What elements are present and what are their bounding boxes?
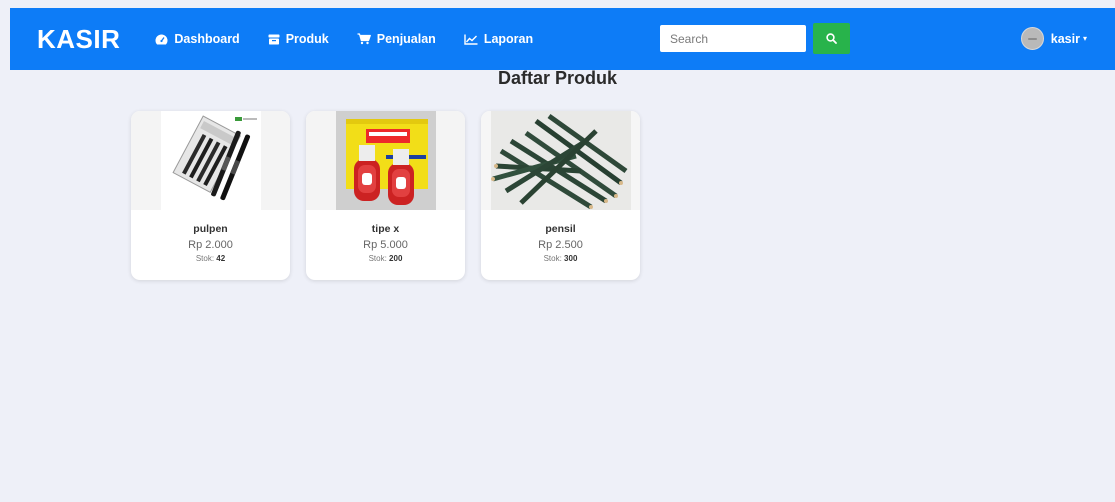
stock-label: Stok: [368,254,387,263]
product-grid: pulpen Rp 2.000 Stok: 42 tipe x Rp 5.000… [131,111,640,280]
product-card[interactable]: pulpen Rp 2.000 Stok: 42 [131,111,290,280]
search-input[interactable] [660,25,806,52]
page-title: Daftar Produk [497,68,618,88]
product-price: Rp 2.500 [538,239,583,251]
product-name: pulpen [193,223,228,235]
caret-down-icon: ▾ [1082,34,1087,43]
card-body: pensil Rp 2.500 Stok: 300 [481,210,640,263]
search-icon [826,33,837,44]
product-card[interactable]: pensil Rp 2.500 Stok: 300 [481,111,640,280]
box-icon [268,34,280,44]
product-stock: Stok: 200 [306,254,465,263]
stock-value: 300 [564,254,578,263]
product-stock: Stok: 300 [481,254,640,263]
nav-item-penjualan[interactable]: Penjualan [357,32,436,46]
nav-label-laporan: Laporan [483,32,534,46]
chart-line-icon [464,34,478,45]
nav-item-produk[interactable]: Produk [268,32,329,46]
nav-label-dashboard: Dashboard [174,32,240,46]
nav-item-laporan[interactable]: Laporan [464,32,533,46]
card-body: pulpen Rp 2.000 Stok: 42 [131,210,290,263]
dashboard-icon [155,34,168,44]
brand-logo[interactable]: KASIR [37,24,120,55]
product-price: Rp 5.000 [363,239,408,251]
product-name: tipe x [371,223,400,235]
cart-icon [357,33,371,45]
correction-fluid-image [306,111,465,210]
product-price: Rp 2.000 [188,239,233,251]
card-body: tipe x Rp 5.000 Stok: 200 [306,210,465,263]
top-navbar: KASIR Dashboard Produk Penjualan Laporan… [10,8,1115,70]
product-card[interactable]: tipe x Rp 5.000 Stok: 200 [306,111,465,280]
stock-value: 42 [216,254,226,263]
nav-menu: Dashboard Produk Penjualan Laporan [155,32,561,46]
stock-value: 200 [389,254,403,263]
pens-image [131,111,290,210]
nav-label-penjualan: Penjualan [376,32,436,46]
product-stock: Stok: 42 [131,254,290,263]
pencils-image [481,111,640,210]
product-name: pensil [545,223,576,235]
search-form [660,23,850,54]
nav-item-dashboard[interactable]: Dashboard [155,32,240,46]
search-button[interactable] [813,23,850,54]
stock-label: Stok: [195,254,215,263]
user-name: kasir [1050,31,1080,46]
user-menu[interactable]: kasir ▾ [1020,27,1087,50]
nav-label-produk: Produk [285,32,329,46]
avatar-icon [1020,27,1044,50]
stock-label: Stok: [543,254,562,263]
